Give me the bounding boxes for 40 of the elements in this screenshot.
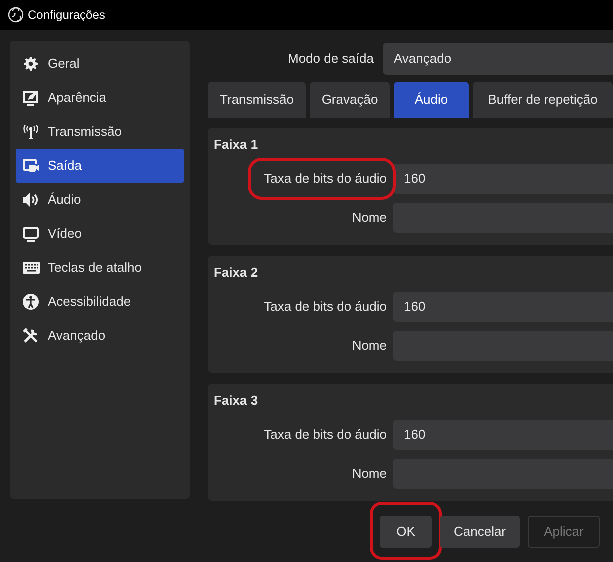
monitor-brush-icon xyxy=(23,90,39,106)
tools-icon xyxy=(23,328,39,344)
field-label: Nome xyxy=(351,465,388,484)
field-label: Modo de saída xyxy=(286,50,375,68)
sidebar-item[interactable]: Geral xyxy=(16,47,184,81)
sidebar-item[interactable]: Transmissão xyxy=(16,115,184,149)
sidebar-item[interactable]: Teclas de atalho xyxy=(16,251,184,285)
keyboard-icon xyxy=(22,262,40,274)
screen-camera-icon xyxy=(23,159,39,173)
tab[interactable]: Buffer de repetição xyxy=(473,82,613,118)
field-label: Nome xyxy=(351,337,388,356)
app-logo-icon xyxy=(8,7,24,23)
dialog-button[interactable]: OK xyxy=(380,516,432,548)
bitrate-dropdown[interactable]: 160 xyxy=(393,420,613,450)
bitrate-dropdown[interactable]: 160 xyxy=(393,164,613,194)
field-label: Taxa de bits do áudio xyxy=(263,426,388,444)
section-title: Faixa 3 xyxy=(213,392,260,410)
antenna-icon xyxy=(23,125,39,139)
field-label: Nome xyxy=(351,209,388,228)
monitor-icon xyxy=(23,226,39,242)
window-title: Configurações xyxy=(28,7,106,24)
tab[interactable]: Áudio xyxy=(394,82,469,118)
tab[interactable]: Gravação xyxy=(310,82,390,118)
gear-icon xyxy=(24,57,38,71)
sidebar-item[interactable]: Avançado xyxy=(16,319,184,353)
field-label: Taxa de bits do áudio xyxy=(263,170,388,188)
sidebar-item[interactable]: Saída xyxy=(16,149,184,183)
dialog-button[interactable]: Cancelar xyxy=(440,516,520,548)
sidebar-item[interactable]: Aparência xyxy=(16,81,184,115)
tab[interactable]: Transmissão xyxy=(208,82,306,118)
sidebar-item[interactable]: Acessibilidade xyxy=(16,285,184,319)
section-title: Faixa 1 xyxy=(213,136,260,154)
output-mode-dropdown[interactable]: Avançado xyxy=(383,43,613,75)
accessibility-icon xyxy=(23,294,39,310)
bitrate-dropdown[interactable]: 160 xyxy=(393,292,613,322)
speaker-icon xyxy=(23,193,39,207)
sidebar-item[interactable]: Vídeo xyxy=(16,217,184,251)
sidebar-item[interactable]: Áudio xyxy=(16,183,184,217)
section-title: Faixa 2 xyxy=(213,264,260,282)
field-label: Taxa de bits do áudio xyxy=(263,298,388,316)
